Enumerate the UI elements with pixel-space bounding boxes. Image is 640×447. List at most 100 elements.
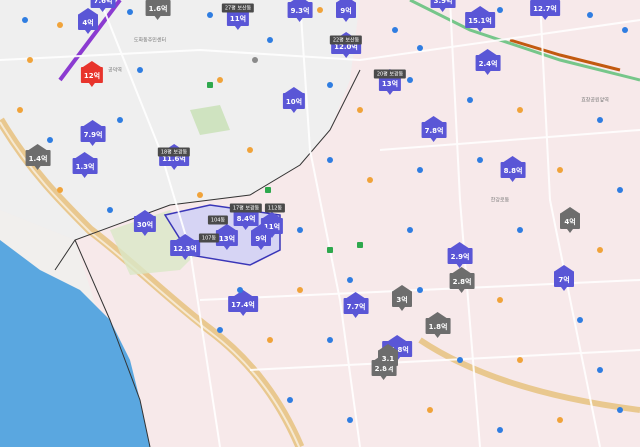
price-marker[interactable]: 8.8억	[500, 162, 526, 182]
poi-icon[interactable]	[597, 117, 603, 123]
area-label[interactable]: 107동	[198, 233, 220, 243]
poi-icon[interactable]	[427, 407, 433, 413]
poi-icon[interactable]	[367, 177, 373, 183]
price-marker[interactable]: 10억	[282, 93, 306, 113]
price-marker[interactable]: 7억	[554, 271, 574, 291]
poi-icon[interactable]	[577, 317, 583, 323]
poi-icon[interactable]	[297, 227, 303, 233]
price-marker[interactable]: 9억	[336, 2, 356, 22]
area-label[interactable]: 27평 보산동	[221, 3, 255, 13]
poi-icon[interactable]	[357, 107, 363, 113]
poi-icon[interactable]	[497, 427, 503, 433]
poi-icon[interactable]	[497, 297, 503, 303]
price-marker[interactable]: 12.3억	[170, 240, 200, 260]
area-label[interactable]: 18평 보광동	[157, 147, 191, 157]
poi-icon[interactable]	[497, 7, 503, 13]
price-marker[interactable]: 17.4억	[228, 296, 258, 316]
poi-icon[interactable]	[407, 227, 413, 233]
price-marker[interactable]: 7.9억	[80, 126, 106, 146]
poi-icon[interactable]	[392, 27, 398, 33]
price-marker[interactable]: 3.1	[378, 350, 398, 370]
marker-pointer	[224, 246, 230, 250]
poi-icon[interactable]	[327, 157, 333, 163]
poi-icon[interactable]	[237, 287, 243, 293]
poi-icon[interactable]	[27, 57, 33, 63]
poi-icon[interactable]	[557, 417, 563, 423]
poi-icon[interactable]	[47, 137, 53, 143]
map-view[interactable]: 4억 1.6억 7.6억 11억 9.3억 9억 3.9억 12.7억 15.1억 12억 12.0…	[0, 0, 640, 447]
price-marker[interactable]: 7.6억	[90, 0, 116, 12]
poi-icon[interactable]	[517, 357, 523, 363]
poi-icon[interactable]	[107, 207, 113, 213]
poi-icon[interactable]	[247, 147, 253, 153]
price-marker[interactable]: 9억	[251, 230, 271, 250]
poi-icon[interactable]	[327, 337, 333, 343]
price-marker[interactable]: 3억	[392, 291, 412, 311]
poi-icon[interactable]	[597, 247, 603, 253]
price-marker[interactable]: 1.8억	[425, 318, 451, 338]
poi-icon[interactable]	[622, 27, 628, 33]
price-marker[interactable]: 15.1억	[465, 12, 495, 32]
price-marker[interactable]: 30억	[133, 216, 157, 236]
poi-icon[interactable]	[327, 82, 333, 88]
poi-icon[interactable]	[127, 9, 133, 15]
poi-icon[interactable]	[117, 117, 123, 123]
poi-icon[interactable]	[467, 97, 473, 103]
poi-icon[interactable]	[407, 77, 413, 83]
poi-icon[interactable]	[617, 407, 623, 413]
price-marker[interactable]: 11억	[226, 10, 250, 30]
poi-icon[interactable]	[207, 12, 213, 18]
area-label[interactable]: 112동	[264, 203, 286, 213]
price-marker[interactable]: 2.4억	[475, 55, 501, 75]
poi-icon[interactable]	[417, 287, 423, 293]
price-marker[interactable]: 7.8억	[421, 122, 447, 142]
poi-icon[interactable]	[57, 22, 63, 28]
area-label[interactable]: 20평 보광동	[373, 69, 407, 79]
poi-icon[interactable]	[207, 82, 213, 88]
price-marker[interactable]: 2.9억	[447, 248, 473, 268]
poi-icon[interactable]	[137, 67, 143, 73]
poi-icon[interactable]	[252, 57, 258, 63]
price-marker[interactable]: 4억	[78, 14, 98, 34]
poi-icon[interactable]	[617, 187, 623, 193]
poi-icon[interactable]	[347, 417, 353, 423]
poi-icon[interactable]	[517, 227, 523, 233]
poi-icon[interactable]	[457, 357, 463, 363]
poi-icon[interactable]	[57, 187, 63, 193]
area-label[interactable]: 104동	[207, 215, 229, 225]
price-marker[interactable]: 12.7억	[530, 0, 560, 20]
poi-icon[interactable]	[287, 397, 293, 403]
price-marker[interactable]: 1.6억	[145, 0, 171, 20]
price-marker[interactable]: 1.4억	[25, 150, 51, 170]
area-label[interactable]: 22평 보산동	[329, 35, 363, 45]
poi-icon[interactable]	[417, 167, 423, 173]
poi-icon[interactable]	[587, 12, 593, 18]
price-marker[interactable]: 4억	[560, 213, 580, 233]
poi-icon[interactable]	[417, 45, 423, 51]
poi-icon[interactable]	[317, 7, 323, 13]
area-label[interactable]: 17평 보광동	[229, 203, 263, 213]
poi-icon[interactable]	[477, 157, 483, 163]
poi-icon[interactable]	[17, 107, 23, 113]
poi-icon[interactable]	[297, 287, 303, 293]
poi-icon[interactable]	[327, 247, 333, 253]
poi-icon[interactable]	[267, 337, 273, 343]
price-marker[interactable]: 2.8억	[449, 273, 475, 293]
price-marker[interactable]: 3.9억	[430, 0, 456, 12]
price-marker[interactable]: 1.3억	[72, 158, 98, 178]
poi-icon[interactable]	[22, 17, 28, 23]
poi-icon[interactable]	[357, 242, 363, 248]
poi-icon[interactable]	[597, 367, 603, 373]
poi-icon[interactable]	[517, 107, 523, 113]
poi-icon[interactable]	[197, 192, 203, 198]
price-marker[interactable]: 9.3억	[287, 2, 313, 22]
poi-icon[interactable]	[217, 77, 223, 83]
poi-icon[interactable]	[557, 167, 563, 173]
price-marker[interactable]: 12억	[80, 67, 104, 87]
price-marker[interactable]: 13억	[215, 230, 239, 250]
poi-icon[interactable]	[347, 277, 353, 283]
poi-icon[interactable]	[265, 187, 271, 193]
price-marker[interactable]: 7.7억	[343, 298, 369, 318]
poi-icon[interactable]	[267, 37, 273, 43]
poi-icon[interactable]	[217, 327, 223, 333]
